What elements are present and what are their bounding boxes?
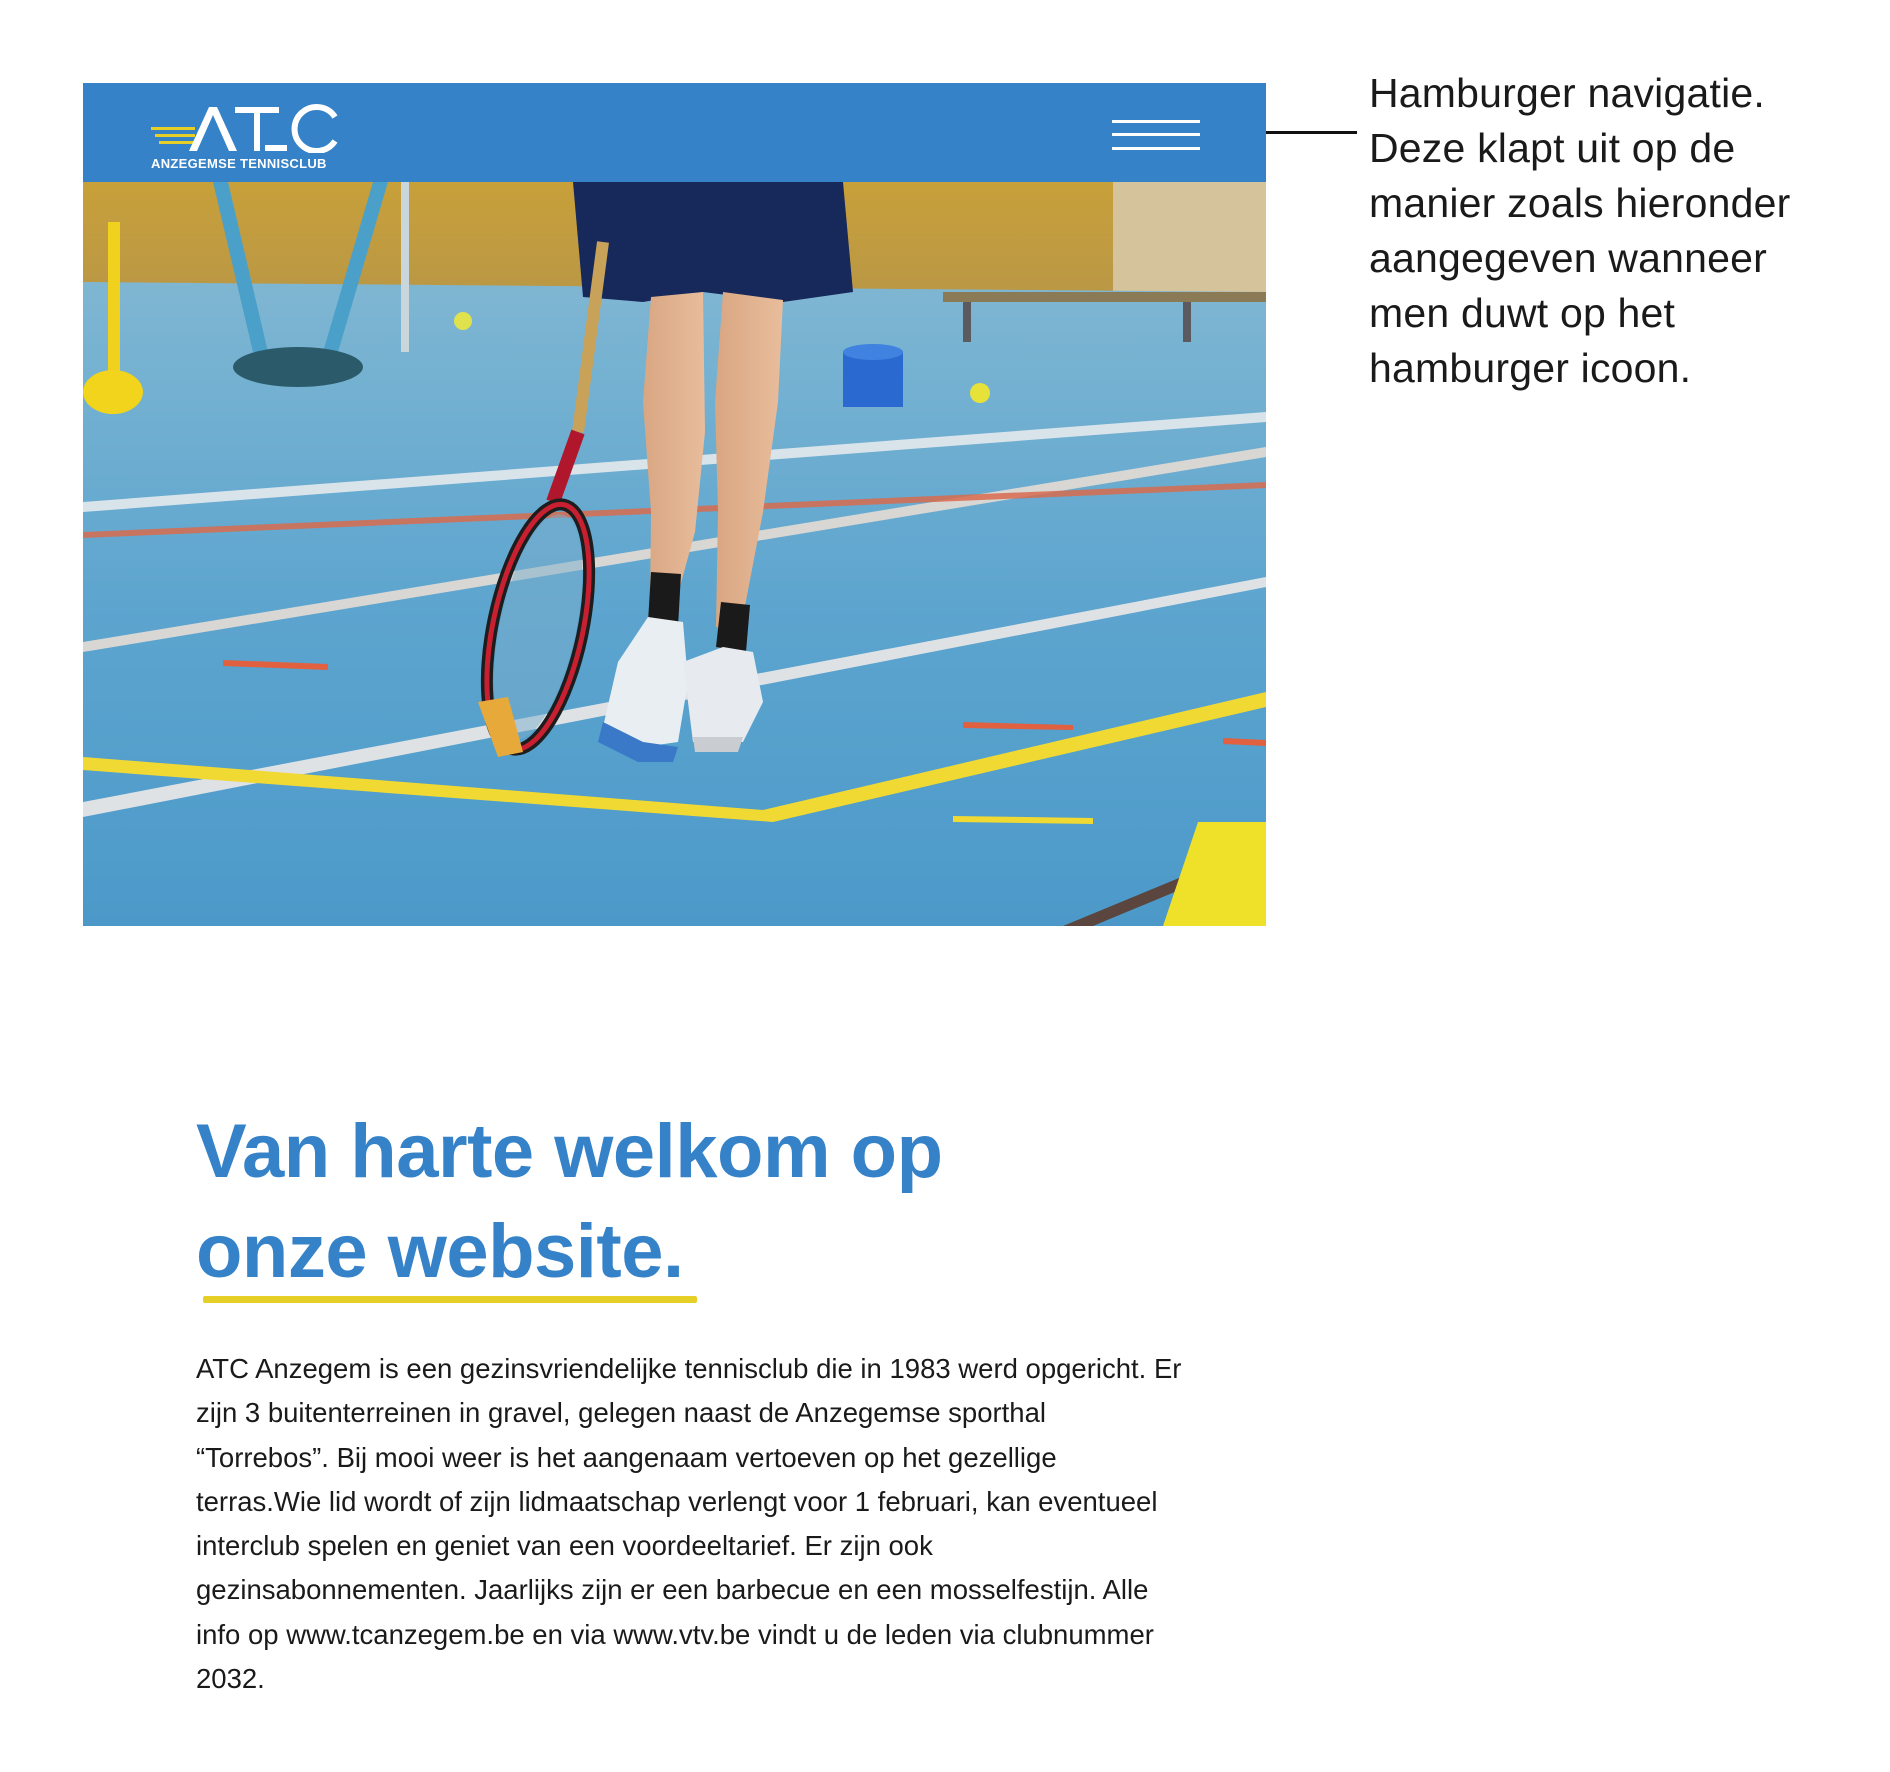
- welcome-body-text: ATC Anzegem is een gezinsvriendelijke te…: [196, 1353, 1182, 1695]
- site-header: ANZEGEMSE TENNISCLUB: [83, 83, 1266, 182]
- hamburger-bar-top: [1112, 120, 1200, 123]
- annotation-text: Hamburger navigatie. Deze klapt uit op d…: [1369, 70, 1791, 391]
- welcome-title-line2: onze website.: [196, 1209, 684, 1294]
- logo-subtitle: ANZEGEMSE TENNISCLUB: [151, 156, 327, 171]
- hamburger-bar-middle: [1112, 133, 1200, 136]
- website-mockup: ANZEGEMSE TENNISCLUB: [83, 83, 1266, 926]
- hamburger-icon[interactable]: [1112, 120, 1200, 150]
- title-underline: [203, 1296, 697, 1303]
- hamburger-bar-bottom: [1112, 147, 1200, 150]
- atc-logo-mark: [151, 104, 338, 153]
- welcome-title-line1: Van harte welkom op: [196, 1109, 943, 1194]
- welcome-title: Van harte welkom op onze website.: [196, 1102, 1096, 1302]
- tennis-player-photo: [83, 182, 1266, 926]
- atc-logo[interactable]: ANZEGEMSE TENNISCLUB: [151, 103, 341, 175]
